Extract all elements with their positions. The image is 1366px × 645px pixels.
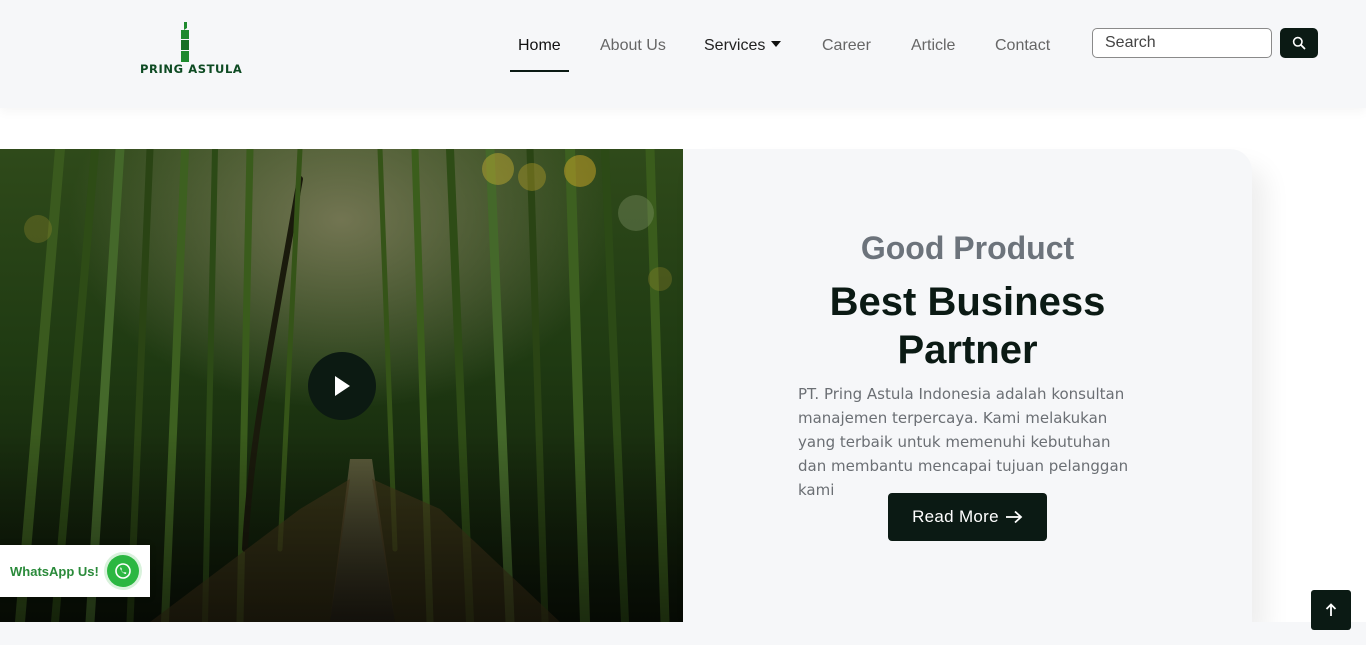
- hero-title: Best Business Partner: [829, 280, 1106, 372]
- search-button[interactable]: [1280, 28, 1318, 58]
- play-video-button[interactable]: [308, 352, 376, 420]
- section-divider: [0, 622, 1366, 645]
- caret-down-icon: [771, 41, 782, 47]
- whatsapp-icon: [106, 555, 139, 587]
- nav-contact[interactable]: Contact: [995, 36, 1050, 72]
- nav-career[interactable]: Career: [822, 36, 871, 72]
- nav-about-us[interactable]: About Us: [600, 36, 666, 72]
- hero-subtitle: Good Product: [860, 230, 1075, 266]
- brand-name: PRING ASTULA: [140, 62, 243, 76]
- read-more-button[interactable]: Read More: [888, 493, 1047, 541]
- hero-description: PT. Pring Astula Indonesia adalah konsul…: [798, 385, 1129, 499]
- bamboo-logo-icon: [181, 22, 189, 62]
- search-icon: [1292, 36, 1306, 50]
- navbar: PRING ASTULA Home About Us Services Care…: [0, 0, 1366, 108]
- search-input[interactable]: [1092, 28, 1272, 58]
- play-icon: [335, 376, 350, 396]
- back-to-top-button[interactable]: [1311, 590, 1351, 630]
- nav-home[interactable]: Home: [510, 36, 569, 72]
- arrow-right-icon: [1005, 510, 1023, 524]
- whatsapp-button[interactable]: WhatsApp Us!: [0, 545, 150, 597]
- nav-services-label: Services: [704, 37, 766, 54]
- nav-article[interactable]: Article: [911, 36, 955, 72]
- read-more-label: Read More: [912, 507, 999, 526]
- nav-services[interactable]: Services: [704, 36, 782, 72]
- whatsapp-label: WhatsApp Us!: [10, 563, 99, 579]
- arrow-up-icon: [1325, 603, 1337, 616]
- logo[interactable]: PRING ASTULA: [140, 22, 243, 76]
